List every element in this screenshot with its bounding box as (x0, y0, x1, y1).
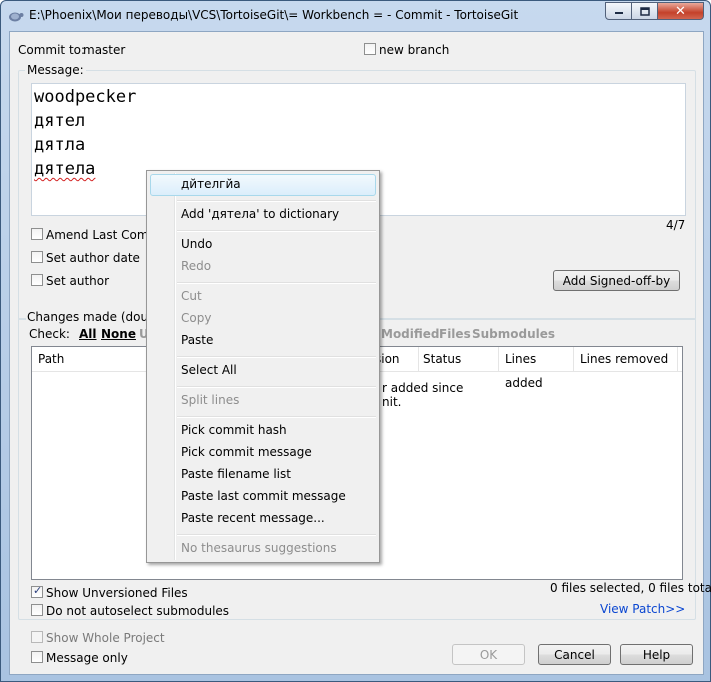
show-whole-project-checkbox[interactable] (31, 631, 43, 643)
help-button[interactable]: Help (620, 644, 693, 665)
menu-separator (177, 416, 376, 418)
check-none-link[interactable]: None (101, 327, 136, 341)
menu-item-cut[interactable]: Cut (181, 285, 202, 307)
add-signed-off-button[interactable]: Add Signed-off-by (553, 270, 680, 291)
close-icon: ✕ (675, 3, 686, 19)
set-author-date-checkbox[interactable] (31, 251, 43, 263)
no-autoselect-label: Do not autoselect submodules (46, 604, 230, 618)
new-branch-checkbox[interactable] (364, 43, 376, 55)
check-files-link[interactable]: Files (439, 327, 471, 341)
show-whole-project-label: Show Whole Project (46, 631, 165, 645)
show-unversioned-checkbox[interactable] (31, 584, 43, 598)
new-branch-label: new branch (379, 43, 450, 57)
set-author-label: Set author (46, 274, 110, 288)
view-patch-link[interactable]: View Patch>> (600, 602, 685, 616)
menu-item-suggestion[interactable]: дйтелгйа (181, 173, 241, 195)
menu-item-pick-commit-message[interactable]: Pick commit message (181, 441, 312, 463)
check-submodules-link[interactable]: Submodules (472, 327, 555, 341)
message-line: дятла (34, 135, 86, 155)
show-unversioned-label: Show Unversioned Files (46, 586, 188, 600)
message-line: дятел (34, 111, 86, 131)
tortoisegit-icon (9, 12, 24, 22)
menu-item-paste-filename-list[interactable]: Paste filename list (181, 463, 291, 485)
menu-separator (177, 356, 376, 358)
minimize-icon (614, 12, 623, 14)
check-all-link[interactable]: All (79, 327, 97, 341)
menu-item-split-lines[interactable]: Split lines (181, 389, 239, 411)
message-only-label: Message only (46, 651, 128, 665)
empty-list-text: r added since (382, 381, 464, 395)
close-button[interactable]: ✕ (658, 2, 704, 20)
menu-separator (177, 200, 376, 202)
menu-item-pick-commit-hash[interactable]: Pick commit hash (181, 419, 287, 441)
message-line: woodpecker (34, 87, 137, 107)
menu-item-paste-recent-message[interactable]: Paste recent message... (181, 507, 325, 529)
maximize-icon (639, 6, 650, 16)
menu-item-paste[interactable]: Paste (181, 329, 213, 351)
files-selected-status: 0 files selected, 0 files total (550, 581, 711, 595)
message-only-checkbox[interactable] (31, 651, 43, 663)
window-title: E:\Phoenix\Мои переводы\VCS\TortoiseGit\… (29, 8, 519, 22)
message-label: Message: (25, 63, 86, 77)
menu-item-copy[interactable]: Copy (181, 307, 211, 329)
menu-item-add-to-dictionary[interactable]: Add 'дятела' to dictionary (181, 203, 339, 225)
menu-item-select-all[interactable]: Select All (181, 359, 237, 381)
context-menu: дйтелгйа Add 'дятела' to dictionary Undo… (146, 170, 380, 563)
cancel-button[interactable]: Cancel (538, 644, 611, 665)
column-path[interactable]: Path (32, 347, 152, 371)
empty-list-text: nit. (382, 395, 402, 409)
check-modified-link[interactable]: Modified (381, 327, 440, 341)
menu-item-undo[interactable]: Undo (181, 233, 212, 255)
menu-separator (177, 282, 376, 284)
menu-separator (177, 386, 376, 388)
title-bar[interactable]: E:\Phoenix\Мои переводы\VCS\TortoiseGit\… (1, 1, 710, 31)
column-status[interactable]: Status (417, 347, 499, 371)
minimize-button[interactable] (605, 2, 632, 20)
menu-separator (177, 230, 376, 232)
column-lines-added[interactable]: Lines added (499, 347, 574, 390)
set-author-checkbox[interactable] (31, 274, 43, 286)
menu-item-no-thesaurus[interactable]: No thesaurus suggestions (181, 537, 337, 559)
menu-separator (177, 534, 376, 536)
menu-item-redo[interactable]: Redo (181, 255, 211, 277)
no-autoselect-checkbox[interactable] (31, 604, 43, 616)
set-author-date-label: Set author date (46, 251, 140, 265)
menu-gutter (174, 173, 176, 560)
menu-item-paste-last-commit-message[interactable]: Paste last commit message (181, 485, 346, 507)
commit-to-label: Commit to: (18, 43, 86, 57)
check-label: Check: (29, 327, 70, 341)
branch-name: master (83, 43, 126, 57)
message-line-misspelled: дятела (34, 159, 96, 179)
line-counter: 4/7 (666, 218, 686, 232)
amend-checkbox[interactable] (31, 228, 43, 240)
maximize-button[interactable] (632, 2, 658, 20)
ok-button[interactable]: OK (452, 644, 525, 665)
column-lines-removed[interactable]: Lines removed (574, 347, 678, 371)
